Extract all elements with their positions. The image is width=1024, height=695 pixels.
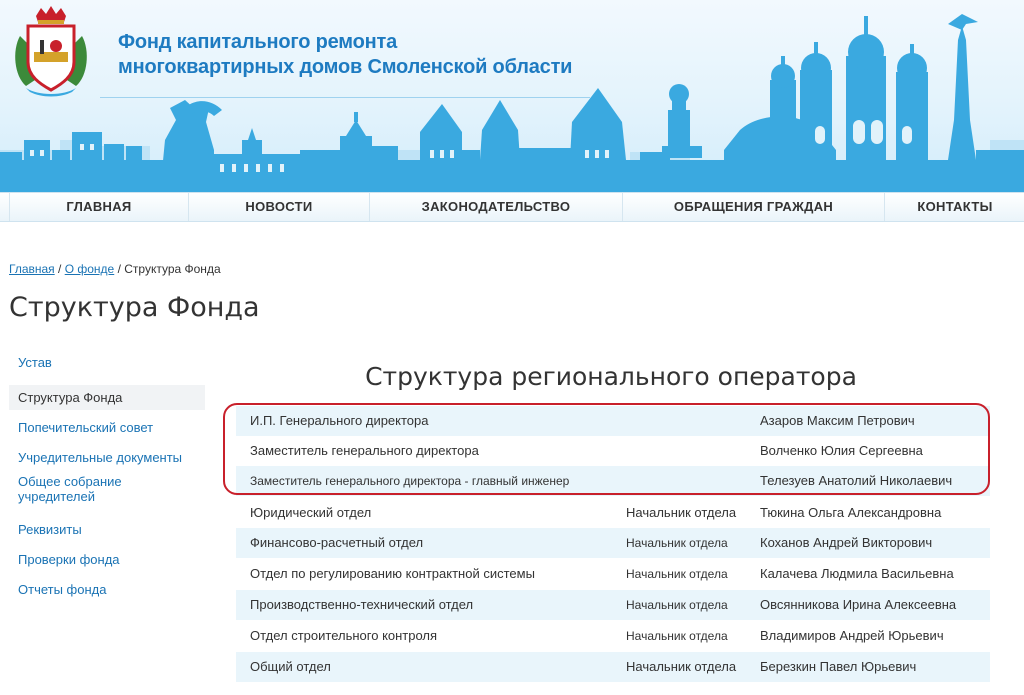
table-row: Производственно-технический отдел Началь… xyxy=(236,590,990,620)
sidebar-item-audits[interactable]: Проверки фонда xyxy=(9,547,205,572)
table-row: Отдел по регулированию контрактной систе… xyxy=(236,559,990,589)
cell-person: Березкин Павел Юрьевич xyxy=(760,659,917,674)
table-row: Общий отдел Начальник отдела Березкин Па… xyxy=(236,652,990,682)
cell-position: Начальник отдела xyxy=(626,536,728,550)
sidebar-item-founding-documents[interactable]: Учредительные документы xyxy=(9,445,205,470)
table-row: И.П. Генерального директора Азаров Макси… xyxy=(236,406,990,436)
site-title: Фонд капитального ремонта многоквартирны… xyxy=(118,30,572,80)
cell-unit: Заместитель генерального директора xyxy=(250,443,479,458)
cell-person: Волченко Юлия Сергеевна xyxy=(760,443,923,458)
title-divider xyxy=(100,97,590,98)
table-row: Заместитель генерального директора - гла… xyxy=(236,466,990,496)
cell-unit: Общий отдел xyxy=(250,659,331,674)
table-row: Юридический отдел Начальник отдела Тюкин… xyxy=(236,498,990,528)
smolensk-coat-of-arms-logo xyxy=(15,6,87,97)
breadcrumb-current: Структура Фонда xyxy=(124,262,221,276)
section-title: Структура регионального оператора xyxy=(365,362,857,391)
main-nav: ГЛАВНАЯ НОВОСТИ ЗАКОНОДАТЕЛЬСТВО ОБРАЩЕН… xyxy=(0,192,1024,222)
cell-unit: Финансово-расчетный отдел xyxy=(250,535,424,550)
table-row: Заместитель генерального директора Волче… xyxy=(236,436,990,466)
cell-unit: Юридический отдел xyxy=(250,505,372,520)
nav-item-legislation[interactable]: ЗАКОНОДАТЕЛЬСТВО xyxy=(369,193,622,221)
site-title-line-1: Фонд капитального ремонта xyxy=(118,31,398,53)
cell-position: Начальник отдела xyxy=(626,567,728,581)
sidebar-item-founders-meeting[interactable]: Общее собрание учредителей xyxy=(9,472,147,506)
nav-item-contacts[interactable]: КОНТАКТЫ xyxy=(884,193,1024,221)
cell-position: Начальник отдела xyxy=(626,659,737,674)
cell-unit: Производственно-технический отдел xyxy=(250,597,474,612)
cell-position: Начальник отдела xyxy=(626,505,737,520)
cell-person: Калачева Людмила Васильевна xyxy=(760,566,954,581)
page-title: Структура Фонда xyxy=(9,292,260,323)
cell-unit: Отдел по регулированию контрактной систе… xyxy=(250,566,535,581)
nav-item-citizen-appeals[interactable]: ОБРАЩЕНИЯ ГРАЖДАН xyxy=(622,193,884,221)
breadcrumb-link-about[interactable]: О фонде xyxy=(65,262,115,276)
breadcrumb-link-home[interactable]: Главная xyxy=(9,262,55,276)
sidebar-item-charter[interactable]: Устав xyxy=(9,350,205,375)
sidebar-item-board-of-trustees[interactable]: Попечительский совет xyxy=(9,415,205,440)
breadcrumb-separator: / xyxy=(114,262,125,276)
breadcrumb: Главная / О фонде / Структура Фонда xyxy=(9,262,221,276)
cell-position: Начальник отдела xyxy=(626,629,728,643)
nav-item-news[interactable]: НОВОСТИ xyxy=(188,193,369,221)
table-row: Отдел строительного контроля Начальник о… xyxy=(236,621,990,651)
breadcrumb-separator: / xyxy=(54,262,65,276)
table-row: Финансово-расчетный отдел Начальник отде… xyxy=(236,528,990,558)
city-skyline-illustration xyxy=(0,14,1024,192)
sidebar-item-requisites[interactable]: Реквизиты xyxy=(9,517,205,542)
site-title-line-2: многоквартирных домов Смоленской области xyxy=(118,56,573,78)
cell-unit: И.П. Генерального директора xyxy=(250,413,429,428)
cell-unit: Заместитель генерального директора - гла… xyxy=(250,474,570,488)
nav-item-home[interactable]: ГЛАВНАЯ xyxy=(9,193,188,221)
sidebar-item-structure[interactable]: Структура Фонда xyxy=(9,385,205,410)
sidebar-item-reports[interactable]: Отчеты фонда xyxy=(9,577,205,602)
cell-person: Овсянникова Ирина Алексеевна xyxy=(760,597,957,612)
cell-person: Тюкина Ольга Александровна xyxy=(760,505,942,520)
cell-unit: Отдел строительного контроля xyxy=(250,628,438,643)
cell-person: Владимиров Андрей Юрьевич xyxy=(760,628,944,643)
cell-person: Азаров Максим Петрович xyxy=(760,413,915,428)
cell-person: Телезуев Анатолий Николаевич xyxy=(760,473,953,488)
cell-person: Коханов Андрей Викторович xyxy=(760,535,933,550)
site-header: Фонд капитального ремонта многоквартирны… xyxy=(0,0,1024,192)
cell-position: Начальник отдела xyxy=(626,598,728,612)
sidebar-menu: Устав Структура Фонда Попечительский сов… xyxy=(9,350,205,602)
